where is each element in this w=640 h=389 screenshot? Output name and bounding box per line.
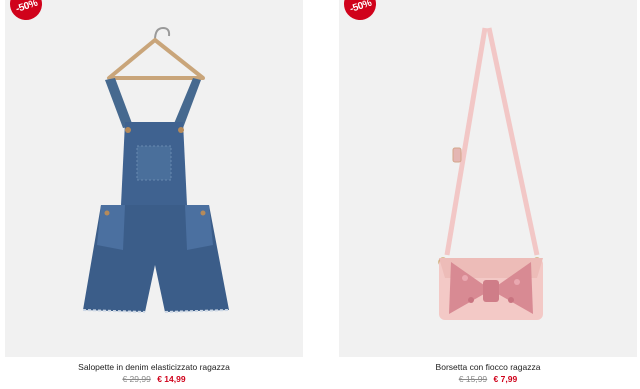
product-prices: € 29,99 € 14,99 <box>5 374 303 384</box>
product-name[interactable]: Borsetta con fiocco ragazza <box>339 362 637 372</box>
sale-price: € 14,99 <box>157 374 186 384</box>
product-prices: € 15,99 € 7,99 <box>339 374 637 384</box>
product-card[interactable]: -50% Borsetta con fiocco ragazza € 15,99… <box>339 0 637 389</box>
bag-illustration <box>438 27 543 320</box>
old-price: € 15,99 <box>458 374 488 384</box>
product-card[interactable]: -50% Salopette in denim elasticizzato ra… <box>5 0 303 389</box>
product-image-overalls[interactable]: -50% <box>5 0 303 357</box>
product-image-bag[interactable]: -50% <box>339 0 637 357</box>
product-name[interactable]: Salopette in denim elasticizzato ragazza <box>5 362 303 372</box>
overalls-illustration <box>82 26 230 313</box>
old-price: € 29,99 <box>122 374 151 384</box>
sale-price: € 7,99 <box>493 374 518 384</box>
